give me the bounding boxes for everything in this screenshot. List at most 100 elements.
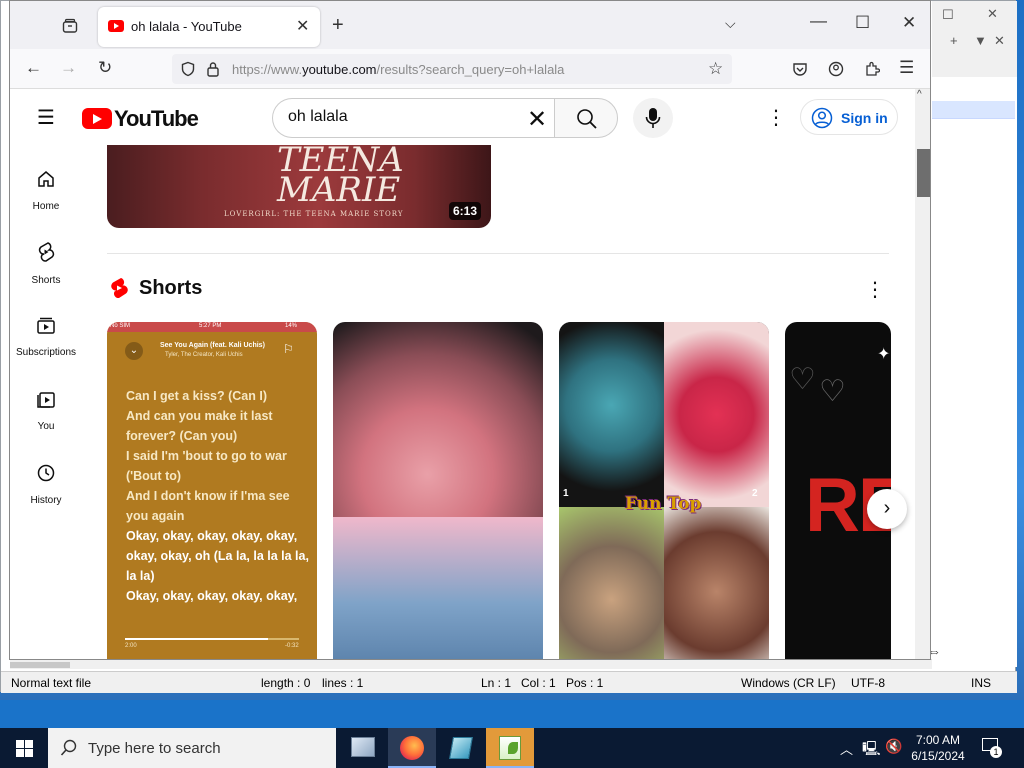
clear-search-icon[interactable]: ✕ xyxy=(527,105,547,134)
close-tab-icon[interactable]: ✕ xyxy=(994,33,1005,49)
home-icon xyxy=(38,171,54,187)
computer-icon xyxy=(351,737,375,757)
shorts-next-button[interactable]: › xyxy=(867,489,907,529)
short-card[interactable]: ♡ ♡ ✦ RE xyxy=(785,322,891,659)
chevron-down-icon: ⌄ xyxy=(125,342,143,360)
clock-date: 6/15/2024 xyxy=(911,749,965,763)
reload-icon[interactable]: ↻ xyxy=(98,58,112,78)
lyrics-block: Can I get a kiss? (Can I) And can you ma… xyxy=(126,389,309,603)
thumbnail-title-art: TEENA MARIE xyxy=(277,145,404,210)
search-icon xyxy=(577,109,597,129)
shorts-heading: Shorts xyxy=(139,277,203,299)
time-elapsed: 2:00 xyxy=(125,643,137,649)
menu-icon[interactable]: ☰ xyxy=(899,58,914,78)
shorts-icon xyxy=(38,242,55,262)
phone-status-bar: No SIM 5:27 PM 14% xyxy=(107,322,317,332)
lock-icon[interactable] xyxy=(206,61,220,77)
short-card[interactable]: 1 2 Fun Top xyxy=(559,322,769,659)
voice-search-button[interactable] xyxy=(633,98,673,138)
shorts-logo-icon xyxy=(111,278,128,299)
bookmark-star-icon[interactable]: ☆ xyxy=(708,59,723,79)
extensions-icon[interactable] xyxy=(864,61,880,77)
hamburger-menu-icon[interactable]: ☰ xyxy=(37,105,55,130)
status-col: Col : 1 xyxy=(521,676,556,690)
plus-icon[interactable]: + xyxy=(950,33,958,48)
scrollbar-thumb[interactable] xyxy=(917,149,930,197)
notebook-icon xyxy=(449,737,473,759)
notification-count: 1 xyxy=(990,746,1002,758)
short-card[interactable]: No SIM 5:27 PM 14% ⌄ See You Again (feat… xyxy=(107,322,317,659)
fun-top-overlay: Fun Top xyxy=(625,494,702,514)
close-icon[interactable]: ✕ xyxy=(987,6,998,22)
search-input[interactable] xyxy=(288,108,508,126)
youtube-logo-text[interactable]: YouTube xyxy=(114,106,199,132)
pocket-icon[interactable] xyxy=(792,61,808,77)
sidebar-item-label: Shorts xyxy=(31,275,61,286)
taskbar-app-firefox[interactable] xyxy=(388,728,436,768)
shield-icon[interactable] xyxy=(180,61,196,77)
close-window-icon[interactable]: ✕ xyxy=(902,13,916,33)
tab-list-icon[interactable] xyxy=(62,18,78,34)
account-icon[interactable] xyxy=(828,61,844,77)
more-options-icon[interactable]: ⋮ xyxy=(766,105,786,130)
taskbar-app-editor[interactable] xyxy=(437,728,485,768)
taskbar-app-network[interactable] xyxy=(339,728,387,768)
search-button[interactable] xyxy=(554,98,618,138)
chevron-up-icon[interactable]: ︿ xyxy=(840,739,853,758)
frame-label: 1 xyxy=(563,488,569,499)
status-file-type: Normal text file xyxy=(11,676,92,690)
current-line-highlight xyxy=(932,101,1015,119)
status-length: length : 0 xyxy=(261,676,311,690)
firefox-icon xyxy=(400,736,424,760)
clock-time: 7:00 AM xyxy=(915,733,961,747)
sidebar-item-label: Subscriptions xyxy=(15,347,77,358)
back-icon[interactable]: ← xyxy=(25,58,42,78)
page-scrollbar[interactable]: ^ xyxy=(915,89,930,659)
maximize-icon[interactable]: ☐ xyxy=(942,7,954,23)
section-divider xyxy=(107,253,889,254)
status-ln: Ln : 1 xyxy=(481,676,512,690)
frame-label: 2 xyxy=(752,488,758,499)
notepadpp-leaf-icon xyxy=(508,742,518,754)
volume-muted-icon[interactable]: 🔇 xyxy=(885,738,902,755)
horizontal-scrollbar[interactable] xyxy=(10,659,932,669)
microphone-icon xyxy=(645,108,661,128)
forward-icon[interactable]: → xyxy=(60,58,77,78)
short-card[interactable] xyxy=(333,322,543,659)
youtube-logo-icon[interactable] xyxy=(82,108,112,129)
notepad-toolbar: ☐ ✕ + ▼ ✕ xyxy=(932,1,1017,77)
taskbar-search[interactable]: Type here to search xyxy=(48,728,336,768)
heart-icon: ♡ xyxy=(789,363,816,396)
dropdown-icon[interactable]: ▼ xyxy=(974,33,987,48)
video-duration-badge: 6:13 xyxy=(449,202,482,220)
history-icon xyxy=(37,464,55,482)
sidebar: Home Shorts Subscriptions You History xyxy=(10,145,82,659)
notepad-statusbar: Normal text file length : 0 lines : 1 Ln… xyxy=(1,671,1017,693)
chevron-down-icon[interactable]: ⌵ xyxy=(725,15,736,32)
video-thumbnail[interactable]: TEENA MARIE LOVERGIRL: THE TEENA MARIE S… xyxy=(107,145,491,228)
scroll-up-icon[interactable]: ^ xyxy=(917,89,922,100)
youtube-header: ☰ YouTube ✕ ⋮ Sign in xyxy=(10,89,915,145)
taskbar-search-placeholder: Type here to search xyxy=(88,740,221,757)
account-circle-icon xyxy=(811,107,833,129)
chevron-right-icon: › xyxy=(883,497,891,519)
network-icon[interactable]: 🖳 xyxy=(862,738,881,762)
notepad-editor[interactable] xyxy=(932,77,1017,667)
sidebar-item-label: You xyxy=(37,421,55,432)
shorts-more-icon[interactable]: ⋮ xyxy=(865,277,885,302)
new-tab-icon[interactable]: + xyxy=(332,14,344,37)
search-box[interactable]: ✕ xyxy=(272,98,554,138)
close-tab-icon[interactable]: ✕ xyxy=(296,16,309,36)
windows-logo-icon xyxy=(16,740,33,757)
system-clock[interactable]: 7:00 AM 6/15/2024 xyxy=(906,732,970,764)
minimize-icon[interactable]: — xyxy=(810,11,827,31)
sparkle-icon: ✦ xyxy=(877,346,891,363)
tab-youtube[interactable]: oh lalala - YouTube ✕ xyxy=(98,7,320,47)
start-button[interactable] xyxy=(0,728,48,768)
search-icon xyxy=(60,739,77,756)
url-bar[interactable]: https://www.youtube.com/results?search_q… xyxy=(172,54,732,84)
notification-center-button[interactable]: 1 xyxy=(980,736,1004,760)
sign-in-button[interactable]: Sign in xyxy=(800,99,898,135)
taskbar-app-notepadpp[interactable] xyxy=(486,728,534,768)
maximize-icon[interactable]: ☐ xyxy=(855,13,870,33)
